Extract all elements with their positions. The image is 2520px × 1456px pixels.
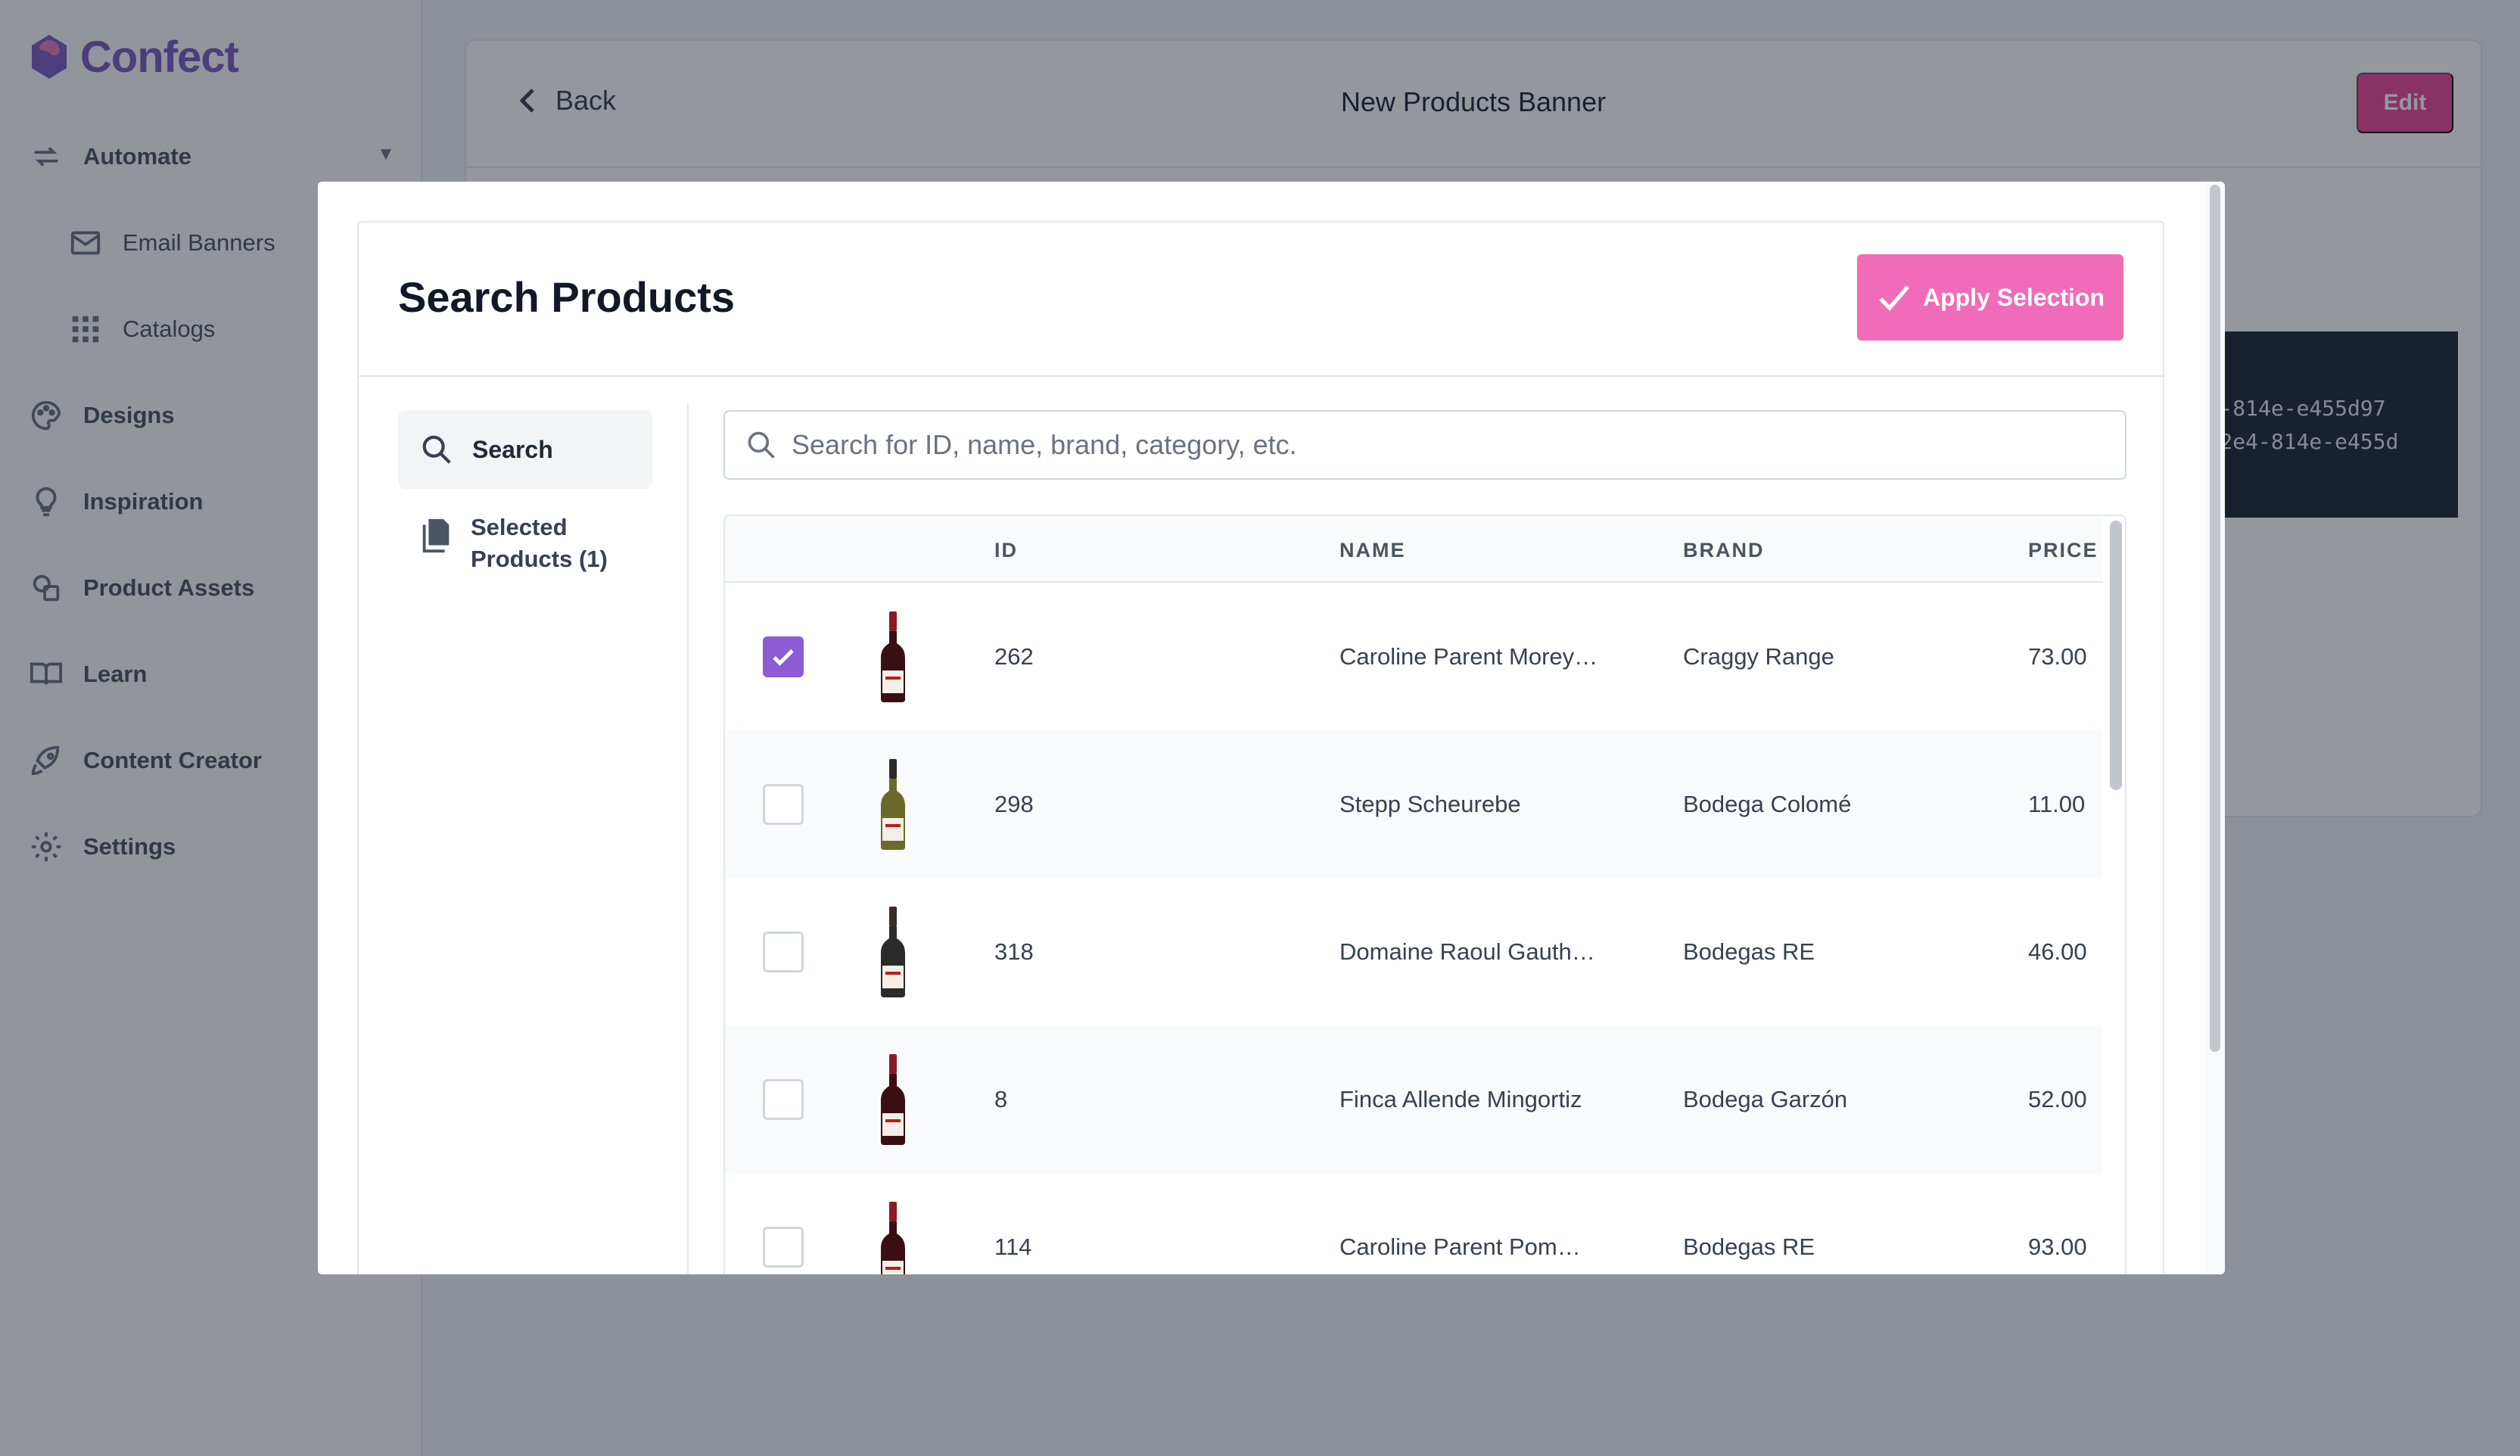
wine-bottle-icon (881, 1201, 905, 1274)
modal-header: Search Products Apply Selection (359, 222, 2163, 377)
row-checkbox[interactable] (763, 931, 804, 972)
products-table: ID NAME BRAND PRICE 262 Caroline Parent M… (723, 515, 2126, 1274)
check-icon (1879, 285, 1909, 311)
cell-name: Finca Allende Mingortiz (1339, 1085, 1582, 1112)
column-header-price[interactable]: PRICE (2028, 539, 2098, 562)
apply-selection-button[interactable]: Apply Selection (1857, 254, 2123, 341)
wine-bottle-icon (881, 906, 905, 997)
search-products-modal: Search Products Apply Selection Search S… (318, 182, 2225, 1274)
table-row[interactable]: 114 Caroline Parent Pom… Bodegas RE 93.00 (725, 1173, 2102, 1274)
table-header: ID NAME BRAND PRICE (725, 516, 2102, 583)
row-checkbox[interactable] (763, 1226, 804, 1268)
cell-name: Caroline Parent Pom… (1339, 1233, 1581, 1260)
cell-price: 11.00 (2028, 790, 2086, 817)
menu-item-search[interactable]: Search (398, 410, 652, 489)
table-row[interactable]: 298 Stepp Scheurebe Bodega Colomé 11.00 (725, 730, 2102, 878)
cell-price: 73.00 (2028, 642, 2087, 670)
modal-side-menu: Search Selected Products (1) (398, 410, 652, 575)
modal-title: Search Products (398, 273, 736, 321)
table-scrollbar[interactable] (2110, 521, 2122, 790)
menu-item-selected-products[interactable]: Selected Products (1) (398, 512, 652, 575)
row-checkbox[interactable] (763, 636, 804, 677)
search-icon (422, 435, 451, 464)
cell-brand: Bodega Colomé (1683, 790, 1852, 817)
wine-bottle-icon (881, 758, 905, 850)
menu-item-label: Search (472, 435, 553, 463)
menu-item-label: Selected Products (1) (471, 514, 608, 572)
column-header-name[interactable]: NAME (1339, 539, 1406, 562)
cell-id: 298 (994, 790, 1034, 817)
product-search-field[interactable] (723, 410, 2126, 480)
cell-brand: Bodegas RE (1683, 938, 1815, 965)
apply-selection-label: Apply Selection (1922, 283, 2105, 311)
cell-id: 262 (994, 642, 1034, 670)
divider (687, 404, 689, 1274)
modal-scrollbar[interactable] (2210, 185, 2220, 1052)
table-row[interactable]: 262 Caroline Parent Morey… Craggy Range 73.… (725, 583, 2102, 730)
wine-bottle-icon (881, 611, 905, 702)
search-icon (748, 431, 775, 459)
cell-name: Stepp Scheurebe (1339, 790, 1521, 817)
modal-scrollbar-track (2205, 182, 2225, 1274)
cell-name: Caroline Parent Morey… (1339, 642, 1598, 670)
documents-icon (422, 518, 450, 553)
cell-id: 8 (994, 1085, 1008, 1112)
search-input[interactable] (792, 429, 2093, 461)
cell-name: Domaine Raoul Gauth… (1339, 938, 1595, 965)
table-row[interactable]: 318 Domaine Raoul Gauth… Bodegas RE 46.00 (725, 878, 2102, 1025)
cell-brand: Bodega Garzón (1683, 1085, 1848, 1112)
table-row[interactable]: 8 Finca Allende Mingortiz Bodega Garzón 52.… (725, 1025, 2102, 1173)
row-checkbox[interactable] (763, 783, 804, 825)
column-header-id[interactable]: ID (994, 539, 1018, 562)
column-header-brand[interactable]: BRAND (1683, 539, 1765, 562)
row-checkbox[interactable] (763, 1078, 804, 1120)
cell-price: 52.00 (2028, 1085, 2087, 1112)
cell-price: 46.00 (2028, 938, 2087, 965)
cell-id: 114 (994, 1233, 1032, 1260)
cell-brand: Craggy Range (1683, 642, 1834, 670)
checkmark-icon (773, 649, 794, 666)
cell-price: 93.00 (2028, 1233, 2087, 1260)
cell-brand: Bodegas RE (1683, 1233, 1815, 1260)
wine-bottle-icon (881, 1053, 905, 1145)
modal-panel: Search Products Apply Selection Search S… (357, 221, 2164, 1274)
cell-id: 318 (994, 938, 1034, 965)
